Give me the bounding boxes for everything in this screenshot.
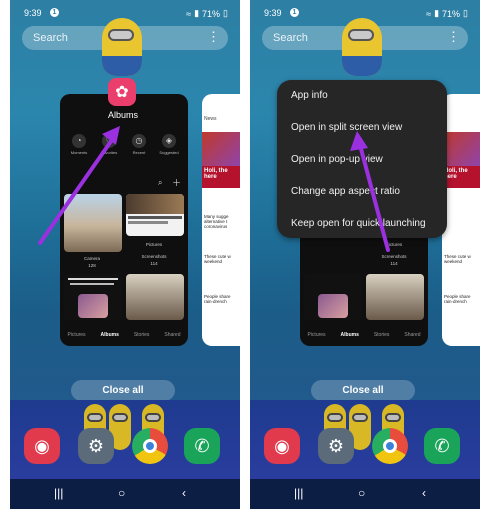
- settings-gear-icon[interactable]: ⚙: [318, 428, 354, 464]
- phone-icon[interactable]: ✆: [424, 428, 460, 464]
- settings-gear-icon[interactable]: ⚙: [78, 428, 114, 464]
- back-icon[interactable]: ‹: [182, 486, 186, 500]
- app-dock: ◉ ⚙ ✆: [10, 428, 240, 470]
- app-dock: ◉ ⚙ ✆: [250, 428, 480, 470]
- navigation-bar: ||| ○ ‹: [10, 479, 240, 509]
- camera-icon[interactable]: ◉: [24, 428, 60, 464]
- close-all-button[interactable]: Close all: [311, 380, 415, 401]
- recent-apps-icon[interactable]: |||: [294, 486, 303, 500]
- back-icon[interactable]: ‹: [422, 486, 426, 500]
- home-icon[interactable]: ○: [358, 486, 365, 500]
- navigation-bar: ||| ○ ‹: [250, 479, 480, 509]
- phone-icon[interactable]: ✆: [184, 428, 220, 464]
- phone-screenshot-left: 9:39 1 ≈ ▮ 71% ▯ Search ⋮ Albums ◔ Moment…: [10, 0, 240, 509]
- home-icon[interactable]: ○: [118, 486, 125, 500]
- chrome-icon[interactable]: [372, 428, 408, 464]
- chrome-icon[interactable]: [132, 428, 168, 464]
- close-all-button[interactable]: Close all: [71, 380, 175, 401]
- recent-apps-icon[interactable]: |||: [54, 486, 63, 500]
- camera-icon[interactable]: ◉: [264, 428, 300, 464]
- phone-screenshot-right: 9:39 1 ≈ ▮ 71% ▯ Search ⋮ Pictures Scree…: [250, 0, 480, 509]
